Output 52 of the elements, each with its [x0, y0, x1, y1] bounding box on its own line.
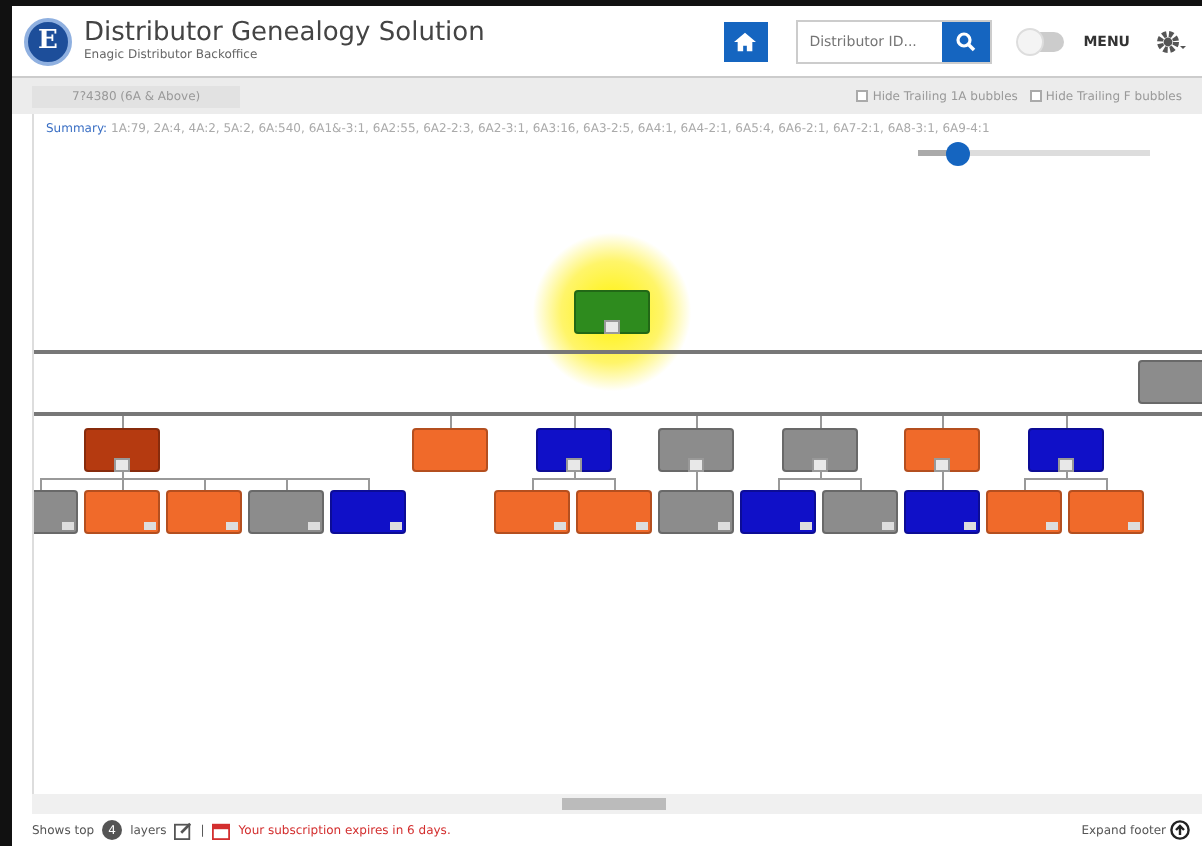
settings-button[interactable] [1154, 27, 1186, 55]
settings-icon [1154, 27, 1186, 55]
corner-icon [554, 522, 566, 530]
home-button[interactable] [723, 21, 768, 61]
root-node[interactable] [574, 290, 650, 334]
home-icon [734, 31, 757, 51]
tree-node[interactable] [740, 490, 816, 534]
corner-icon [800, 522, 812, 530]
side-node[interactable] [1138, 360, 1202, 404]
checkbox[interactable] [1029, 90, 1042, 102]
tree-node[interactable] [576, 490, 652, 534]
corner-icon [718, 522, 730, 530]
search-icon [955, 31, 976, 51]
corner-icon [226, 522, 238, 530]
horizontal-scrollbar[interactable] [32, 794, 1202, 814]
tree-node[interactable] [904, 490, 980, 534]
corner-icon [1128, 522, 1140, 530]
slider-thumb[interactable] [945, 142, 970, 166]
tree-node[interactable] [658, 490, 734, 534]
tree-node[interactable] [658, 428, 734, 472]
app-title: Distributor Genealogy Solution [84, 20, 487, 48]
tree-node[interactable] [84, 428, 160, 472]
tree-node[interactable] [904, 428, 980, 472]
tree-node[interactable] [494, 490, 570, 534]
tree-node[interactable] [535, 428, 611, 472]
checkbox[interactable] [856, 90, 869, 102]
edit-icon[interactable] [174, 821, 193, 839]
tree-node[interactable] [1068, 490, 1144, 534]
corner-icon [882, 522, 894, 530]
menu-toggle[interactable] [1019, 31, 1064, 51]
collapse-icon[interactable] [565, 458, 581, 472]
tree-node[interactable] [84, 490, 160, 534]
corner-icon [390, 522, 402, 530]
company-logo: E [24, 17, 72, 65]
search-button[interactable] [941, 21, 990, 61]
tree-node[interactable] [1027, 428, 1103, 472]
tree-node[interactable] [248, 490, 324, 534]
tree-node[interactable] [412, 428, 488, 472]
corner-icon [1046, 522, 1058, 530]
corner-icon [308, 522, 320, 530]
corner-icon [964, 522, 976, 530]
tree-node[interactable] [986, 490, 1062, 534]
collapse-icon[interactable] [1057, 458, 1073, 472]
corner-icon [62, 522, 74, 530]
arrow-up-circle-icon [1170, 820, 1190, 840]
tree-node[interactable] [330, 490, 406, 534]
tree-node[interactable] [822, 490, 898, 534]
tree-node[interactable] [166, 490, 242, 534]
tree-node[interactable] [781, 428, 857, 472]
corner-icon [144, 522, 156, 530]
calendar-icon [212, 821, 231, 839]
corner-icon [636, 522, 648, 530]
